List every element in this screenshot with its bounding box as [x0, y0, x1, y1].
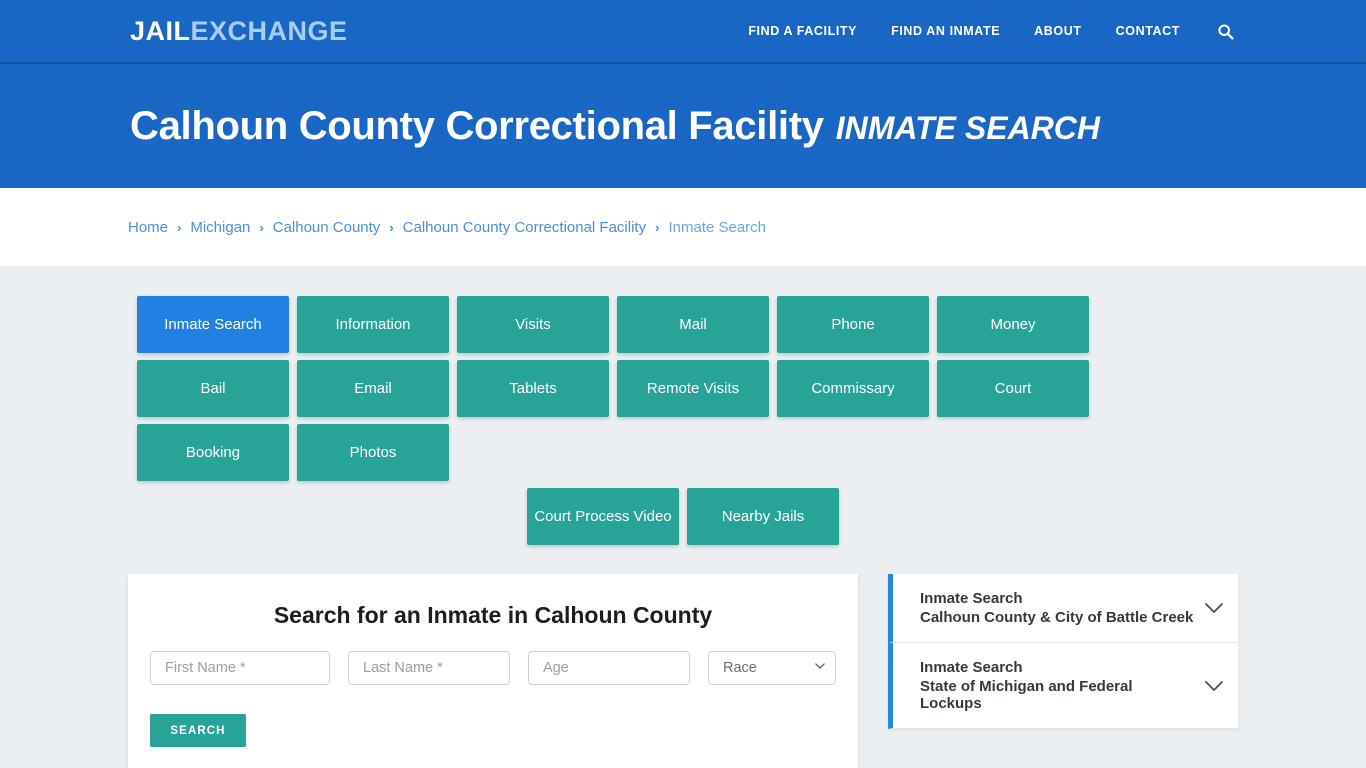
nav-item-about[interactable]: ABOUT [1034, 24, 1081, 38]
tab-court[interactable]: Court [937, 360, 1089, 417]
tab-bail[interactable]: Bail [137, 360, 289, 417]
search-form-heading: Search for an Inmate in Calhoun County [273, 602, 713, 628]
breadcrumb-separator: › [259, 219, 264, 235]
tab-commissary[interactable]: Commissary [777, 360, 929, 417]
logo-text-secondary: EXCHANGE [190, 15, 348, 46]
page-title-main: Calhoun County Correctional Facility [130, 103, 824, 148]
main-navigation: FIND A FACILITY FIND AN INMATE ABOUT CON… [748, 20, 1236, 42]
tab-photos[interactable]: Photos [297, 424, 449, 481]
main-column: Search for an Inmate in Calhoun County R… [128, 574, 858, 768]
tab-information[interactable]: Information [297, 296, 449, 353]
first-name-input[interactable] [150, 651, 330, 685]
content-area: Search for an Inmate in Calhoun County R… [128, 552, 1238, 768]
page-title-sub: INMATE SEARCH [835, 109, 1101, 146]
tab-email[interactable]: Email [297, 360, 449, 417]
breadcrumb-item-current: Inmate Search [668, 218, 767, 236]
sidebar: Inmate Search Calhoun County & City of B… [888, 574, 1238, 729]
hero-banner: Calhoun County Correctional Facility INMA… [0, 64, 1366, 188]
search-form-fields: Race [150, 651, 836, 685]
tab-inmate-search[interactable]: Inmate Search [137, 296, 289, 353]
age-input[interactable] [528, 651, 690, 685]
accordion-subtitle: Calhoun County & City of Battle Creek [920, 609, 1194, 626]
search-submit-button[interactable]: SEARCH [150, 714, 246, 747]
breadcrumb-separator: › [655, 219, 660, 235]
search-icon[interactable] [1214, 20, 1236, 42]
tab-mail[interactable]: Mail [617, 296, 769, 353]
accordion-label-group: Inmate Search Calhoun County & City of B… [920, 590, 1196, 626]
inmate-search-card: Search for an Inmate in Calhoun County R… [128, 574, 858, 768]
breadcrumb-item-facility[interactable]: Calhoun County Correctional Facility [403, 219, 646, 236]
facility-tab-grid-row3: Court Process Video Nearby Jails [133, 488, 1233, 552]
tab-nearby-jails[interactable]: Nearby Jails [687, 488, 839, 545]
race-select[interactable]: Race [708, 651, 836, 685]
facility-tab-grid: Inmate Search Information Visits Mail Ph… [133, 296, 1233, 488]
nav-item-find-a-facility[interactable]: FIND A FACILITY [748, 24, 857, 38]
breadcrumb-item-home[interactable]: Home [128, 219, 168, 236]
accordion-title: Inmate Search [920, 590, 1023, 607]
breadcrumb: Home › Michigan › Calhoun County › Calho… [128, 219, 766, 236]
accordion-item-state-search[interactable]: Inmate Search State of Michigan and Fede… [888, 643, 1238, 729]
tab-booking[interactable]: Booking [137, 424, 289, 481]
accordion-title: Inmate Search [920, 659, 1023, 676]
tab-phone[interactable]: Phone [777, 296, 929, 353]
logo-text-primary: JAIL [130, 15, 191, 46]
breadcrumb-item-calhoun-county[interactable]: Calhoun County [273, 219, 381, 236]
accordion-label-group: Inmate Search State of Michigan and Fede… [920, 659, 1196, 712]
last-name-input[interactable] [348, 651, 510, 685]
page-body: Inmate Search Information Visits Mail Ph… [0, 266, 1366, 768]
breadcrumb-bar: Home › Michigan › Calhoun County › Calho… [0, 188, 1366, 266]
chevron-down-icon [1205, 680, 1223, 691]
site-logo[interactable]: JAILEXCHANGE [130, 16, 348, 47]
chevron-down-icon [1205, 603, 1223, 613]
tab-money[interactable]: Money [937, 296, 1089, 353]
accordion-item-county-search[interactable]: Inmate Search Calhoun County & City of B… [888, 574, 1238, 643]
tab-visits[interactable]: Visits [457, 296, 609, 353]
accordion-subtitle: State of Michigan and Federal Lockups [920, 678, 1133, 712]
breadcrumb-separator: › [389, 219, 394, 235]
page-title: Calhoun County Correctional Facility INMA… [130, 104, 1100, 149]
breadcrumb-separator: › [177, 219, 182, 235]
nav-item-find-an-inmate[interactable]: FIND AN INMATE [891, 24, 1000, 38]
nav-item-contact[interactable]: CONTACT [1116, 24, 1180, 38]
tab-remote-visits[interactable]: Remote Visits [617, 360, 769, 417]
tab-court-process-video[interactable]: Court Process Video [527, 488, 679, 545]
tab-tablets[interactable]: Tablets [457, 360, 609, 417]
race-select-wrapper: Race [708, 651, 836, 685]
site-header: JAILEXCHANGE FIND A FACILITY FIND AN INM… [0, 0, 1366, 64]
breadcrumb-item-michigan[interactable]: Michigan [190, 219, 250, 236]
